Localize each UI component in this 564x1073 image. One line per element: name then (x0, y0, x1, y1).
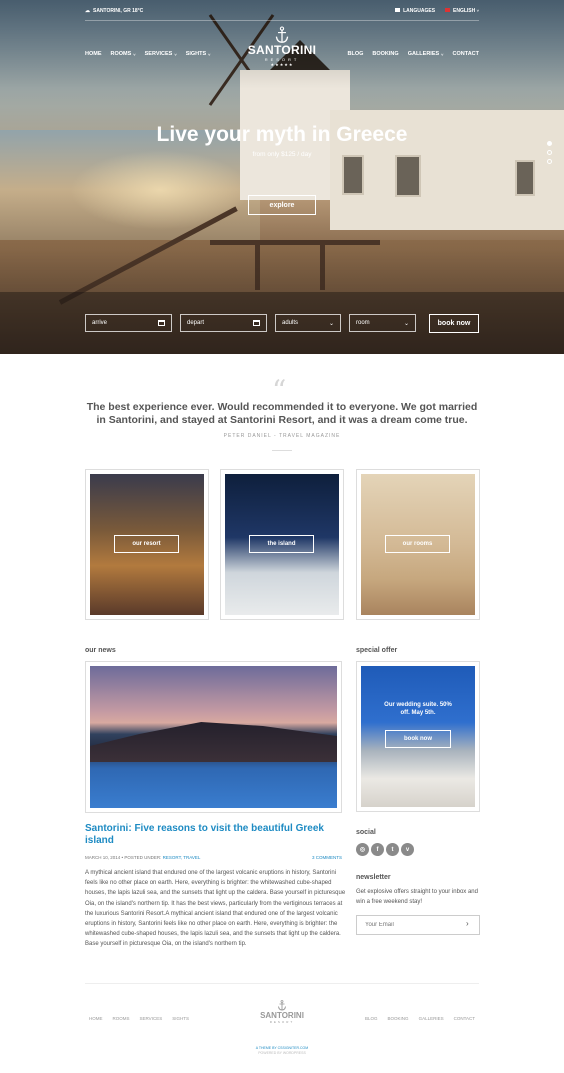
chevron-down-icon: ˅ (133, 51, 136, 57)
explore-button[interactable]: explore (248, 195, 316, 215)
footer-nav-right: BLOG BOOKING GALLERIES CONTACT (365, 1016, 475, 1021)
chevron-right-icon[interactable]: › (466, 919, 469, 928)
posted-under-label: POSTED UNDER: (124, 855, 162, 860)
chevron-down-icon: ˅ (174, 51, 177, 57)
social-links: ◎ f t v (356, 843, 414, 856)
news-body: A mythical ancient island that endured o… (85, 870, 346, 948)
vimeo-icon[interactable]: v (401, 843, 414, 856)
language-flag-icon (445, 8, 451, 12)
footer-link-booking[interactable]: BOOKING (388, 1016, 409, 1021)
news-comments[interactable]: 3 COMMENTS (312, 855, 342, 860)
cloud-icon: ☁ (85, 8, 90, 14)
feature-card-rooms[interactable]: our rooms (356, 469, 480, 620)
testimonial-author: PETER DANIEL - TRAVEL MAGAZINE (223, 433, 341, 439)
nav-item-sights[interactable]: SIGHTS ˅ (186, 51, 211, 57)
special-offer-heading: special offer (356, 647, 398, 654)
depart-field[interactable]: depart (180, 314, 267, 332)
slider-dot[interactable] (547, 159, 552, 164)
feature-label[interactable]: the island (249, 535, 314, 553)
hero-title: Live your myth in Greece (156, 123, 408, 146)
facebook-icon[interactable]: f (371, 843, 384, 856)
footer-link-sights[interactable]: SIGHTS (172, 1016, 189, 1021)
news-title[interactable]: Santorini: Five reasons to visit the bea… (85, 823, 342, 847)
weather-info: ☁ SANTORINI, GR 18°C (85, 8, 143, 14)
weather-text: SANTORINI, GR 18°C (93, 8, 144, 14)
footer-link-contact[interactable]: CONTACT (454, 1016, 475, 1021)
hero-subtitle: from only $125 / day (252, 151, 312, 158)
anchor-icon (278, 1000, 286, 1011)
special-offer-image: Our wedding suite. 50% off. May 5th. boo… (361, 666, 475, 807)
slider-dot[interactable] (547, 141, 552, 146)
newsletter-text: Get explosive offers straight to your in… (356, 889, 478, 905)
calendar-icon (253, 320, 260, 326)
footer-link-home[interactable]: HOME (89, 1016, 103, 1021)
offer-book-now-button[interactable]: book now (385, 730, 451, 748)
adults-select[interactable]: adults ⌄ (275, 314, 341, 332)
feature-label[interactable]: our rooms (385, 535, 450, 553)
nav-item-booking[interactable]: BOOKING (372, 51, 398, 57)
top-bar: ☁ SANTORINI, GR 18°C LANGUAGES ENGLISH ˅ (85, 6, 479, 21)
nav-item-home[interactable]: HOME (85, 51, 102, 57)
site-logo[interactable]: SANTORINI RESORT ★★★★★ (232, 26, 332, 67)
footer-divider (85, 983, 479, 984)
newsletter-heading: newsletter (356, 874, 391, 881)
news-date: MARCH 10, 2014 (85, 855, 121, 860)
nav-item-galleries[interactable]: GALLERIES ˅ (408, 51, 444, 57)
testimonial-quote: The best experience ever. Would recommen… (86, 401, 478, 426)
powered-by-note: POWERED BY WORDPRESS (258, 1051, 306, 1055)
footer-link-rooms[interactable]: ROOMS (113, 1016, 130, 1021)
nav-item-services[interactable]: SERVICES ˅ (145, 51, 177, 57)
chevron-down-icon: ˅ (441, 51, 444, 57)
logo-name: SANTORINI (247, 43, 317, 57)
social-heading: social (356, 829, 376, 836)
top-bar-divider (85, 20, 479, 21)
slider-dot[interactable] (547, 150, 552, 155)
chevron-down-icon: ⌄ (328, 320, 334, 327)
footer-link-blog[interactable]: BLOG (365, 1016, 378, 1021)
footer-nav-left: HOME ROOMS SERVICES SIGHTS (89, 1016, 189, 1021)
footer-link-galleries[interactable]: GALLERIES (419, 1016, 444, 1021)
logo-stars: ★★★★★ (270, 62, 294, 67)
language-select[interactable]: ENGLISH ˅ (445, 8, 479, 14)
footer-logo-sub: RESORT (269, 1020, 295, 1024)
languages-link[interactable]: LANGUAGES (395, 8, 435, 14)
email-field[interactable] (356, 915, 480, 935)
chevron-down-icon: ⌄ (403, 320, 409, 327)
feature-card-island[interactable]: the island (220, 469, 344, 620)
arrive-field[interactable]: arrive (85, 314, 172, 332)
room-select[interactable]: room ⌄ (349, 314, 416, 332)
theme-credit-link[interactable]: A THEME BY CSSIGNITER.COM (256, 1046, 308, 1050)
footer-credits: A THEME BY CSSIGNITER.COM POWERED BY WOR… (0, 1046, 564, 1056)
news-heading: our news (85, 647, 116, 654)
feature-label[interactable]: our resort (114, 535, 179, 553)
calendar-icon (158, 320, 165, 326)
chevron-down-icon: ˅ (208, 51, 211, 57)
special-offer-text: Our wedding suite. 50% off. May 5th. (384, 702, 452, 716)
nav-item-rooms[interactable]: ROOMS ˅ (111, 51, 136, 57)
footer-logo[interactable]: SANTORINI RESORT (252, 1000, 312, 1024)
flag-icon (395, 8, 401, 12)
anchor-icon (275, 26, 289, 43)
chevron-down-icon: ˅ (476, 8, 479, 13)
language-switcher: LANGUAGES ENGLISH ˅ (395, 8, 479, 14)
special-offer-card[interactable]: Our wedding suite. 50% off. May 5th. boo… (356, 661, 480, 812)
feature-card-resort[interactable]: our resort (85, 469, 209, 620)
twitter-icon[interactable]: t (386, 843, 399, 856)
nav-item-contact[interactable]: CONTACT (453, 51, 479, 57)
main-nav-left: HOME ROOMS ˅ SERVICES ˅ SIGHTS ˅ (85, 51, 211, 57)
slider-dots (547, 141, 552, 164)
footer-logo-name: SANTORINI (260, 1011, 304, 1020)
dribbble-icon[interactable]: ◎ (356, 843, 369, 856)
footer-link-services[interactable]: SERVICES (140, 1016, 163, 1021)
news-tags[interactable]: RESORT, TRAVEL (163, 855, 201, 860)
testimonial-divider (272, 450, 292, 451)
book-now-button[interactable]: book now (429, 314, 479, 333)
news-meta: MARCH 10, 2014 • POSTED UNDER: RESORT, T… (85, 855, 342, 860)
news-image-frame[interactable] (85, 661, 342, 813)
nav-item-blog[interactable]: BLOG (348, 51, 364, 57)
main-nav-right: BLOG BOOKING GALLERIES ˅ CONTACT (348, 51, 479, 57)
